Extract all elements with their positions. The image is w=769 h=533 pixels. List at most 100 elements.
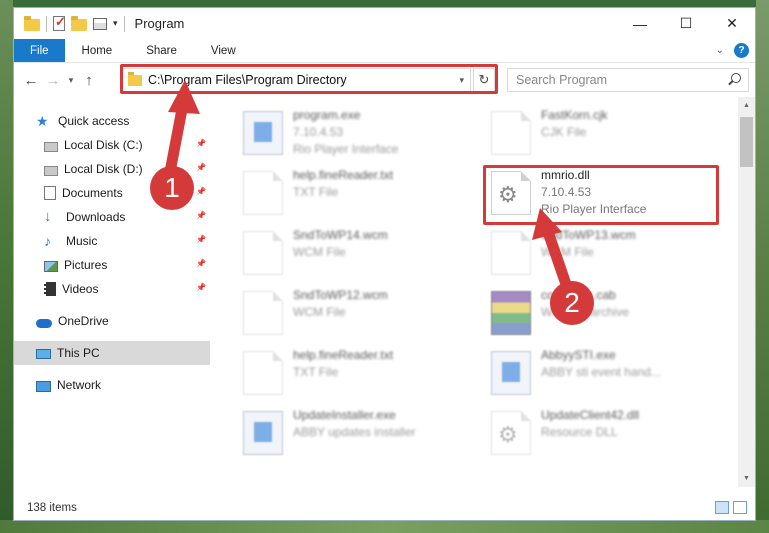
pin-icon[interactable]: 📌 — [196, 187, 206, 196]
folder-icon — [24, 15, 40, 31]
sidebar-item[interactable]: ♪ Music 📌 — [14, 229, 210, 253]
disk-icon — [44, 165, 58, 176]
file-item[interactable]: SndToWP14.wcm WCM File — [243, 227, 483, 285]
close-button[interactable]: ✕ — [709, 8, 755, 39]
file-name: SndToWP14.wcm — [293, 228, 388, 242]
file-detail-line: WCM File — [293, 245, 346, 259]
details-view-icon[interactable] — [715, 501, 729, 514]
page-icon — [491, 231, 531, 275]
tab-share[interactable]: Share — [129, 39, 194, 62]
file-details: FastKorn.cjk CJK File — [541, 107, 608, 165]
tab-file[interactable]: File — [14, 39, 65, 62]
page-icon — [243, 231, 283, 275]
help-icon[interactable]: ? — [734, 43, 749, 58]
exe-icon — [243, 411, 283, 455]
file-detail-line: WCM File — [541, 245, 594, 259]
properties-icon[interactable] — [93, 17, 107, 30]
minimize-button[interactable]: — — [617, 8, 663, 39]
file-item[interactable]: SndToWP12.wcm WCM File — [243, 287, 483, 345]
file-detail-line: WCM File — [293, 305, 346, 319]
file-name: SndToWP13.wcm — [541, 228, 636, 242]
file-item[interactable]: help.fineReader.txt TXT File — [243, 167, 483, 225]
tab-home[interactable]: Home — [65, 39, 130, 62]
sidebar-item[interactable]: OneDrive — [14, 309, 210, 333]
sidebar-item-label: This PC — [57, 346, 100, 360]
file-name: mmrio.dll — [541, 168, 590, 182]
up-button[interactable]: ↑ — [78, 72, 100, 89]
file-detail-line: 7.10.4.53 — [541, 185, 592, 199]
network-icon — [36, 380, 51, 392]
back-button[interactable]: ← — [20, 72, 42, 89]
file-detail-line: 7.10.4.53 — [293, 125, 344, 139]
music-icon: ♪ — [44, 233, 51, 249]
ribbon-right: ⌄ ? — [716, 39, 755, 62]
sidebar-item[interactable]: ↓ Downloads 📌 — [14, 205, 210, 229]
downloads-icon: ↓ — [44, 208, 52, 225]
sidebar-item[interactable]: Videos 📌 — [14, 277, 210, 301]
forward-button[interactable]: → — [42, 72, 64, 89]
address-bar[interactable]: C:\Program Files\Program Directory ▾ — [121, 68, 471, 92]
vertical-scrollbar[interactable]: ▲ ▼ — [738, 97, 755, 487]
star-icon: ★ — [36, 113, 49, 129]
sidebar-item[interactable]: Network — [14, 373, 210, 397]
sidebar-item-label: Videos — [62, 282, 99, 296]
file-item[interactable]: coretypes.cabWinRAR archive — [491, 287, 731, 345]
file-detail-line: Rio Player Interface — [541, 202, 647, 216]
recent-locations-button[interactable]: ▾ — [64, 75, 78, 86]
file-explorer-window: ▾ Program — ☐ ✕ File Home Share View ⌄ ?… — [13, 7, 756, 521]
pin-icon[interactable]: 📌 — [196, 163, 206, 172]
file-details: SndToWP13.wcm WCM File — [541, 227, 636, 285]
refresh-button[interactable]: ↻ — [473, 68, 495, 92]
file-item[interactable]: program.exe 7.10.4.53 Rio Player Interface — [243, 107, 483, 165]
properties-check-icon[interactable] — [53, 14, 66, 31]
dll-icon — [491, 411, 531, 455]
search-input[interactable]: Search Program — [507, 68, 749, 92]
sidebar-item[interactable]: ★ Quick access — [14, 109, 210, 133]
sidebar-item-label: Network — [57, 378, 102, 392]
scroll-thumb[interactable] — [740, 117, 753, 167]
videos-icon — [44, 282, 56, 296]
pin-icon[interactable]: 📌 — [196, 259, 206, 268]
file-details: SndToWP12.wcm WCM File — [293, 287, 388, 345]
file-item[interactable]: UpdateInstaller.exe ABBY updates installe… — [243, 407, 483, 465]
sidebar-item[interactable]: Local Disk (C:) 📌 — [14, 133, 210, 157]
pin-icon[interactable]: 📌 — [196, 283, 206, 292]
step-2-badge: 2 — [550, 281, 594, 325]
maximize-button[interactable]: ☐ — [663, 8, 709, 39]
file-details: UpdateInstaller.exe ABBY updates installe… — [293, 407, 416, 465]
search-icon[interactable] — [731, 73, 741, 83]
page-icon — [243, 171, 283, 215]
sidebar-item-label: Downloads — [66, 210, 126, 224]
file-name: program.exe — [293, 108, 361, 122]
file-item[interactable]: help.fineReader.txt TXT File — [243, 347, 483, 405]
page-icon — [491, 111, 531, 155]
tab-view[interactable]: View — [194, 39, 253, 62]
file-item[interactable]: AbbyySTI.exe ABBY sti event hand... — [491, 347, 731, 405]
exe-icon — [243, 111, 283, 155]
page-icon — [243, 291, 283, 335]
file-details: mmrio.dll 7.10.4.53 Rio Player Interface — [541, 167, 646, 225]
pin-icon[interactable]: 📌 — [196, 235, 206, 244]
new-folder-icon[interactable] — [71, 15, 87, 31]
sidebar-item[interactable]: Pictures 📌 — [14, 253, 210, 277]
sidebar-item-label: OneDrive — [58, 314, 109, 328]
scroll-down-icon[interactable]: ▼ — [738, 470, 755, 487]
address-dropdown-icon[interactable]: ▾ — [459, 75, 464, 86]
file-name: help.fineReader.txt — [293, 348, 394, 362]
file-details: program.exe 7.10.4.53 Rio Player Interface — [293, 107, 398, 165]
folder-icon — [128, 71, 142, 86]
sidebar-item[interactable]: This PC — [14, 341, 210, 365]
file-item[interactable]: SndToWP13.wcm WCM File — [491, 227, 731, 285]
file-list: program.exe 7.10.4.53 Rio Player Interface… — [221, 97, 742, 487]
file-item[interactable]: mmrio.dll 7.10.4.53 Rio Player Interface — [491, 167, 731, 225]
pin-icon[interactable]: 📌 — [196, 211, 206, 220]
expand-ribbon-icon[interactable]: ⌄ — [716, 45, 724, 56]
scroll-up-icon[interactable]: ▲ — [738, 97, 755, 114]
file-item[interactable]: FastKorn.cjk CJK File — [491, 107, 731, 165]
file-item[interactable]: UpdateClient42.dll Resource DLL — [491, 407, 731, 465]
file-detail-line: TXT File — [293, 365, 339, 379]
customize-toolbar-icon[interactable]: ▾ — [113, 18, 118, 29]
file-details: AbbyySTI.exe ABBY sti event hand... — [541, 347, 661, 405]
pin-icon[interactable]: 📌 — [196, 139, 206, 148]
large-icons-view-icon[interactable] — [733, 501, 747, 514]
